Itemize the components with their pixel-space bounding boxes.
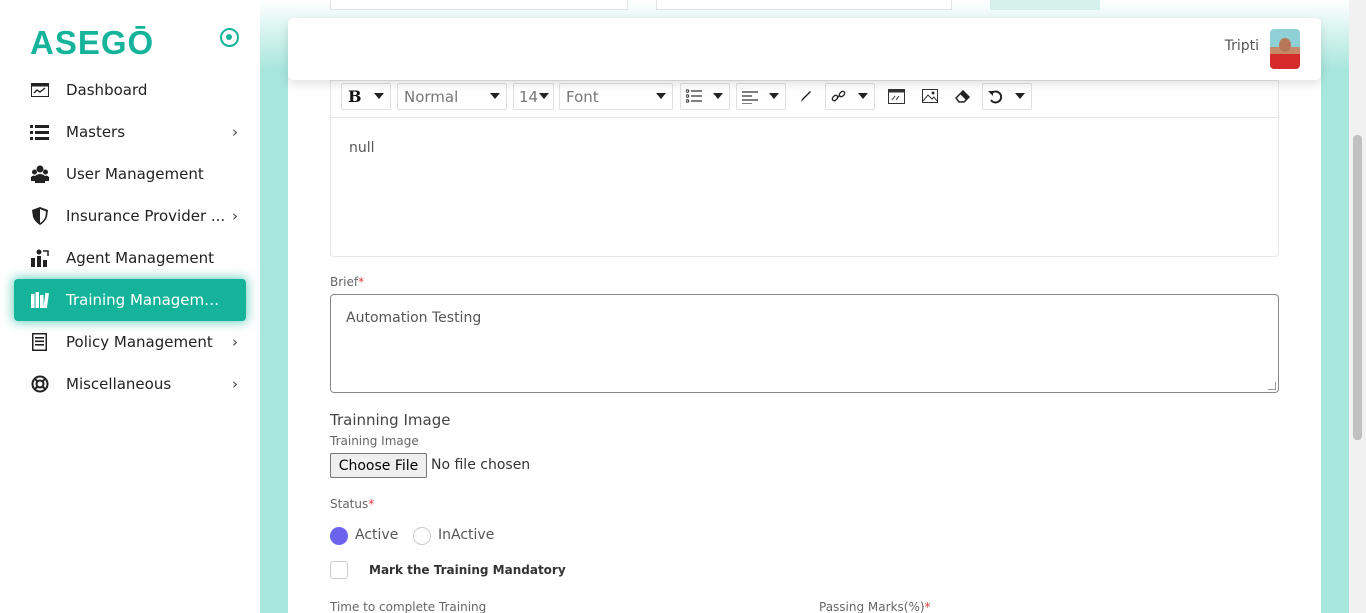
- image-icon[interactable]: [921, 87, 939, 105]
- mandatory-label[interactable]: Mark the Training Mandatory: [369, 563, 566, 577]
- scrollbar-thumb[interactable]: [1353, 135, 1362, 440]
- brief-value: Automation Testing: [346, 310, 482, 326]
- editor-toolbar: B Normal 14 Font: [330, 80, 1279, 117]
- dashboard-icon: [30, 81, 49, 100]
- eraser-icon[interactable]: [954, 87, 972, 105]
- sidebar-item-miscellaneous[interactable]: Miscellaneous ›: [14, 363, 246, 405]
- status-active-label[interactable]: Active: [355, 527, 398, 543]
- required-mark: *: [358, 275, 365, 289]
- avatar[interactable]: [1270, 29, 1300, 69]
- peek-field: [330, 0, 628, 10]
- sidebar-item-label: Masters: [66, 123, 126, 141]
- status-label: Status*: [330, 497, 375, 511]
- sidebar: ASEGŌ Dashboard Masters › User Managemen…: [0, 0, 260, 613]
- caret-down-icon: [1015, 93, 1025, 99]
- link-dropdown[interactable]: [825, 83, 875, 110]
- bulleted-list-icon: [685, 89, 702, 107]
- bold-icon: B: [348, 87, 362, 106]
- training-image-label: Training Image: [330, 434, 419, 448]
- caret-down-icon: [490, 93, 500, 99]
- sidebar-nav: Dashboard Masters › User Management Insu…: [14, 69, 246, 405]
- paragraph-style-value: Normal: [404, 88, 459, 106]
- sidebar-item-policy-management[interactable]: Policy Management ›: [14, 321, 246, 363]
- chevron-right-icon: ›: [232, 207, 238, 225]
- peek-field: [656, 0, 952, 10]
- shield-icon: [30, 207, 49, 226]
- peek-button: [990, 0, 1100, 10]
- required-mark: *: [368, 497, 375, 511]
- sidebar-item-label: Training Management: [66, 291, 226, 309]
- caret-down-icon: [539, 93, 549, 99]
- agent-icon: [30, 249, 49, 268]
- user-name[interactable]: Tripti: [1225, 38, 1259, 54]
- training-image: Trainning Image: [330, 411, 450, 429]
- font-family-value: Font: [566, 88, 599, 106]
- sidebar-item-masters[interactable]: Masters ›: [14, 111, 246, 153]
- embed-icon[interactable]: [887, 87, 905, 105]
- sidebar-item-user-management[interactable]: User Management: [14, 153, 246, 195]
- time-to-complete-label: Time to complete Training: [330, 600, 487, 613]
- sidebar-item-label: Dashboard: [66, 81, 148, 99]
- bold-dropdown[interactable]: B: [341, 83, 391, 110]
- list-icon: [30, 123, 49, 142]
- chevron-right-icon: ›: [232, 375, 238, 393]
- align-left-icon: [742, 90, 758, 108]
- resize-handle-icon[interactable]: [1268, 382, 1276, 390]
- passing-marks-label: Passing Marks(%)*: [819, 600, 931, 613]
- undo-dropdown[interactable]: [982, 83, 1032, 110]
- content-editor[interactable]: null: [330, 117, 1279, 257]
- caret-down-icon: [374, 93, 384, 99]
- paragraph-style-select[interactable]: Normal: [397, 83, 507, 110]
- brief-textarea[interactable]: Automation Testing: [330, 294, 1279, 393]
- lifebuoy-icon: [30, 375, 49, 394]
- status-active-radio[interactable]: [330, 527, 348, 545]
- brief-label: Brief*: [330, 275, 365, 289]
- status-inactive-label[interactable]: InActive: [438, 527, 494, 543]
- list-dropdown[interactable]: [680, 83, 730, 110]
- sidebar-item-label: Miscellaneous: [66, 375, 172, 393]
- mandatory-checkbox[interactable]: [330, 561, 348, 579]
- status-inactive-radio[interactable]: [413, 527, 431, 545]
- training-image-alt: Trainning Image: [330, 411, 451, 429]
- caret-down-icon: [858, 93, 868, 99]
- brush-icon[interactable]: [797, 87, 815, 105]
- sidebar-item-label: Agent Management: [66, 249, 214, 267]
- sidebar-item-agent-management[interactable]: Agent Management: [14, 237, 246, 279]
- file-status: No file chosen: [431, 457, 531, 473]
- sidebar-item-training-management[interactable]: Training Management: [14, 279, 246, 321]
- font-size-value: 14: [519, 88, 539, 106]
- font-size-select[interactable]: 14: [513, 83, 554, 110]
- sidebar-item-label: User Management: [66, 165, 204, 183]
- sidebar-toggle-icon[interactable]: [220, 28, 239, 47]
- chevron-right-icon: ›: [232, 123, 238, 141]
- app-logo[interactable]: ASEGŌ: [30, 24, 154, 62]
- sidebar-item-dashboard[interactable]: Dashboard: [14, 69, 246, 111]
- users-icon: [30, 165, 49, 184]
- caret-down-icon: [656, 93, 666, 99]
- books-icon: [30, 291, 49, 310]
- caret-down-icon: [713, 93, 723, 99]
- caret-down-icon: [769, 93, 779, 99]
- font-family-select[interactable]: Font: [559, 83, 673, 110]
- editor-content: null: [349, 140, 375, 156]
- align-dropdown[interactable]: [736, 83, 786, 110]
- chevron-right-icon: ›: [232, 333, 238, 351]
- undo-icon: [988, 89, 1003, 108]
- required-mark: *: [924, 600, 931, 613]
- choose-file-button[interactable]: Choose File: [330, 453, 427, 478]
- sidebar-item-insurance-provider[interactable]: Insurance Provider ... ›: [14, 195, 246, 237]
- page-scrollbar[interactable]: [1349, 0, 1366, 613]
- sidebar-item-label: Insurance Provider ...: [66, 207, 226, 225]
- document-icon: [30, 333, 49, 352]
- sidebar-item-label: Policy Management: [66, 333, 213, 351]
- top-header: Tripti: [288, 18, 1321, 80]
- link-icon: [831, 89, 846, 108]
